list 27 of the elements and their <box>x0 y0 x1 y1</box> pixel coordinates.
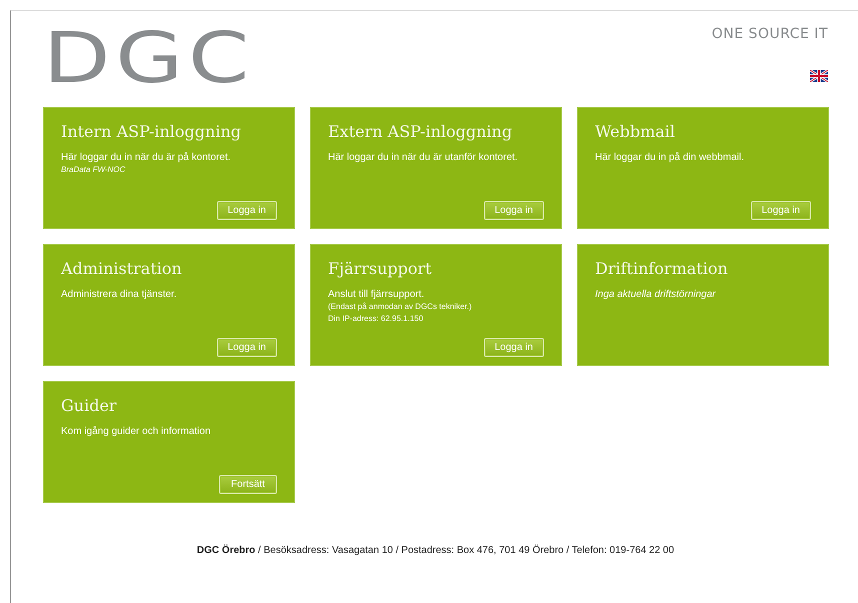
status-message: Inga aktuella driftstörningar <box>595 288 717 301</box>
login-button[interactable]: Logga in <box>484 201 544 220</box>
card-description: Administrera dina tjänster. <box>61 288 178 301</box>
card-title: Intern ASP-inloggning <box>61 122 242 141</box>
card-title: Driftinformation <box>595 259 729 278</box>
card-description: Anslut till fjärrsupport. <box>328 288 426 301</box>
card-description: Här loggar du in på din webbmail. <box>595 151 745 164</box>
card-description: Kom igång guider och information <box>61 425 212 438</box>
login-button[interactable]: Logga in <box>484 338 544 357</box>
login-button[interactable]: Logga in <box>216 338 277 357</box>
tagline: ONE SOURCE IT <box>712 26 828 42</box>
card-description: Här loggar du in när du är på kontoret. <box>61 151 232 164</box>
card-note: Din IP-adress: 62.95.1.150 <box>328 313 424 325</box>
card-note: (Endast på anmodan av DGCs tekniker.) <box>328 301 473 313</box>
card-title: Webbmail <box>595 122 676 141</box>
card-description: Här loggar du in när du är utanför kontoret. <box>328 151 519 164</box>
login-button[interactable]: Logga in <box>750 201 811 220</box>
card-title: Guider <box>61 396 118 415</box>
footer-text: DGC Örebro / Besöksadress: Vasagatan 10 / Postadress: Box 476, 701 49 Örebro / Telefon: 019-764 22 00 <box>196 545 676 556</box>
card-title: Extern ASP-inloggning <box>328 122 514 141</box>
login-button[interactable]: Logga in <box>216 201 277 220</box>
login-button[interactable]: Fortsätt <box>219 475 277 494</box>
card-title: Fjärrsupport <box>328 259 433 278</box>
flag-icon[interactable] <box>810 70 828 82</box>
logo: DGC <box>43 27 254 89</box>
card-title: Administration <box>61 259 183 278</box>
card-note: BraData FW-NOC <box>61 164 126 175</box>
